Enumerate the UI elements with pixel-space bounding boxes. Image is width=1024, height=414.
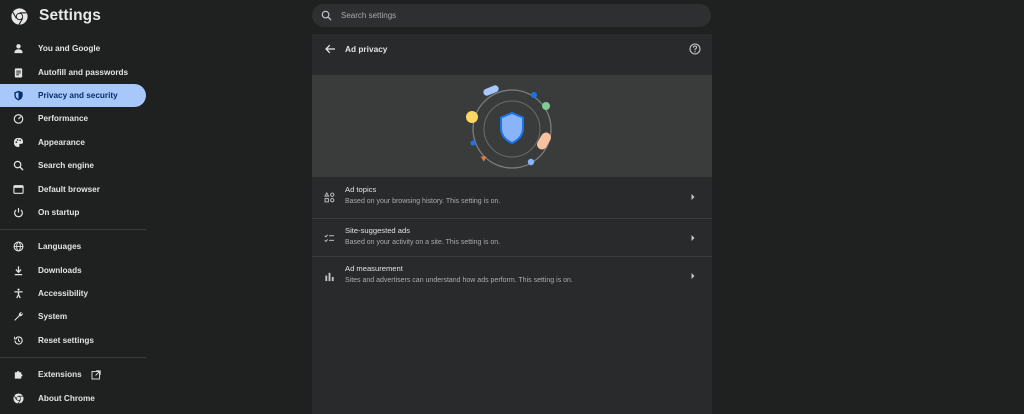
site-suggested-ads-title: Site-suggested ads — [345, 226, 411, 235]
ad-measurement-subtitle: Sites and advertisers can understand how… — [345, 277, 573, 284]
sidebar-item-label: Accessibility — [38, 289, 89, 299]
ad-privacy-panel: Ad privacy Ad topics Based on your brows… — [312, 34, 712, 414]
sidebar-item-appearance[interactable]: Appearance — [0, 131, 150, 154]
ad-topics-icon — [324, 192, 335, 203]
sidebar: You and Google Autofill and passwords Pr… — [0, 37, 150, 410]
search-icon — [321, 10, 332, 21]
globe-icon — [12, 241, 24, 253]
shield-icon — [12, 89, 24, 101]
chevron-right-icon — [691, 273, 695, 279]
ad-topics-title: Ad topics — [345, 185, 377, 194]
speedometer-icon — [12, 113, 24, 125]
sidebar-item-accessibility[interactable]: Accessibility — [0, 282, 150, 305]
chevron-right-icon — [691, 235, 695, 241]
sidebar-item-label: Downloads — [38, 265, 82, 275]
sidebar-item-label: Autofill and passwords — [38, 67, 129, 77]
sidebar-item-label: Default browser — [38, 184, 100, 194]
search-box[interactable] — [312, 4, 711, 27]
help-icon[interactable] — [689, 43, 701, 55]
browser-icon — [12, 183, 24, 195]
ad-privacy-illustration — [312, 75, 712, 177]
download-icon — [12, 264, 24, 276]
bar-chart-icon — [325, 272, 334, 282]
puzzle-icon — [12, 369, 24, 381]
chrome-logo-icon — [12, 392, 24, 404]
wrench-icon — [12, 311, 24, 323]
checklist-icon — [324, 234, 335, 243]
palette-icon — [12, 136, 24, 148]
sidebar-item-languages[interactable]: Languages — [0, 235, 150, 258]
sidebar-item-you-and-google[interactable]: You and Google — [0, 37, 150, 60]
sidebar-item-autofill[interactable]: Autofill and passwords — [0, 60, 150, 83]
sidebar-item-label: System — [38, 312, 68, 322]
app-title: Settings — [39, 7, 101, 24]
sidebar-item-label: You and Google — [38, 44, 101, 54]
sidebar-divider — [0, 229, 146, 231]
site-suggested-ads-row[interactable]: Site-suggested ads Based on your activit… — [312, 219, 712, 257]
search-icon — [12, 160, 24, 172]
sidebar-item-reset-settings[interactable]: Reset settings — [0, 329, 150, 352]
search-input[interactable] — [341, 11, 681, 20]
sidebar-item-label: Appearance — [38, 137, 85, 147]
sidebar-item-label: Languages — [38, 242, 82, 252]
clipboard-icon — [12, 66, 24, 78]
accessibility-icon — [12, 288, 24, 300]
open-in-new-icon — [91, 370, 101, 380]
ad-topics-row[interactable]: Ad topics Based on your browsing history… — [312, 178, 712, 216]
ad-topics-subtitle: Based on your browsing history. This set… — [345, 198, 501, 205]
reset-icon — [12, 334, 24, 346]
top-bar: Settings — [0, 0, 1024, 34]
sidebar-item-privacy-and-security[interactable]: Privacy and security — [0, 83, 146, 108]
page-title: Ad privacy — [345, 44, 388, 54]
sidebar-item-label: Extensions — [38, 370, 82, 380]
brand: Settings — [11, 7, 101, 25]
sidebar-item-label: About Chrome — [38, 393, 95, 403]
sidebar-item-label: Performance — [38, 114, 89, 124]
ad-measurement-row[interactable]: Ad measurement Sites and advertisers can… — [312, 257, 712, 295]
sidebar-item-performance[interactable]: Performance — [0, 107, 150, 130]
power-icon — [12, 206, 24, 218]
sidebar-item-on-startup[interactable]: On startup — [0, 201, 150, 224]
sidebar-item-search-engine[interactable]: Search engine — [0, 154, 150, 177]
person-icon — [12, 43, 24, 55]
sidebar-item-label: Reset settings — [38, 335, 94, 345]
sidebar-item-system[interactable]: System — [0, 305, 150, 328]
site-suggested-ads-subtitle: Based on your activity on a site. This s… — [345, 239, 501, 246]
arrow-back-icon[interactable] — [324, 43, 336, 55]
chrome-logo-icon — [11, 7, 28, 25]
sidebar-item-label: On startup — [38, 207, 80, 217]
panel-header: Ad privacy — [312, 34, 712, 74]
chevron-right-icon — [691, 194, 695, 200]
sidebar-item-downloads[interactable]: Downloads — [0, 259, 150, 282]
sidebar-item-label: Privacy and security — [38, 90, 118, 100]
sidebar-divider — [0, 357, 146, 359]
sidebar-item-extensions[interactable]: Extensions — [0, 363, 150, 386]
shield-illustration — [466, 85, 552, 169]
sidebar-item-default-browser[interactable]: Default browser — [0, 177, 150, 200]
sidebar-item-about-chrome[interactable]: About Chrome — [0, 386, 150, 409]
sidebar-item-label: Search engine — [38, 161, 94, 171]
ad-measurement-title: Ad measurement — [345, 264, 403, 273]
